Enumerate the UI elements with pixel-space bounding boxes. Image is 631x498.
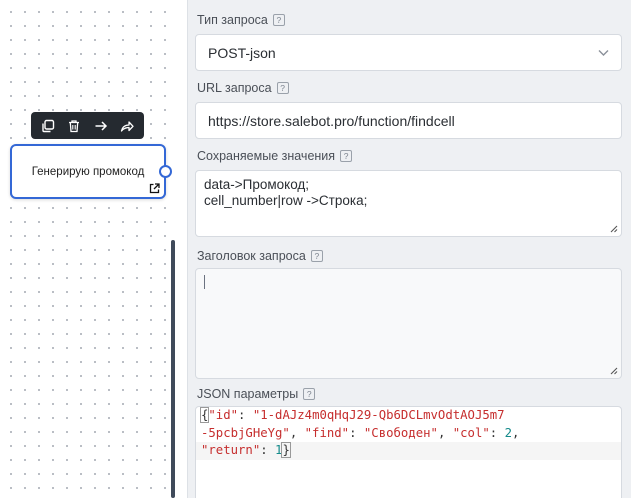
saved-values-label-text: Сохраняемые значения — [197, 149, 336, 163]
json-params-editor[interactable]: {"id": "1-dAJz4m0qHqJ29-Qb6DCLmvOdtAOJ5m… — [195, 406, 622, 498]
canvas-scrollbar[interactable] — [171, 240, 175, 498]
json-line-3: "return": 1} — [196, 442, 621, 460]
resize-handle-icon[interactable] — [609, 224, 618, 233]
share-icon — [120, 120, 134, 132]
request-header-textarea[interactable] — [195, 268, 622, 379]
json-token: } — [281, 442, 291, 458]
json-token: , — [512, 425, 520, 440]
chevron-down-icon — [598, 50, 609, 56]
external-link-icon[interactable] — [149, 183, 160, 194]
help-icon[interactable]: ? — [340, 150, 353, 162]
url-label-text: URL запроса — [197, 81, 272, 95]
json-line-2: -5pcbjGHeYg", "find": "Свободен", "col":… — [201, 425, 616, 443]
help-icon[interactable]: ? — [276, 82, 289, 94]
saved-values-label: Сохраняемые значения ? — [197, 149, 353, 163]
json-token: "id" — [208, 408, 239, 422]
copy-icon — [42, 119, 55, 132]
url-input[interactable]: https://store.salebot.pro/function/findc… — [195, 102, 622, 139]
node-title: Генерирую промокод — [31, 166, 145, 178]
flow-canvas[interactable]: Генерирую промокод — [0, 0, 174, 498]
help-icon[interactable]: ? — [310, 250, 323, 262]
request-type-label-text: Тип запроса — [197, 13, 268, 27]
saved-values-textarea[interactable]: data->Промокод; cell_number|row ->Строка… — [195, 170, 622, 237]
block-settings-panel: Тип запроса ? POST-json URL запроса ? ht… — [187, 0, 631, 498]
trash-icon — [69, 119, 80, 132]
json-line-1: {"id": "1-dAJz4m0qHqJ29-Qb6DCLmvOdtAOJ5m… — [199, 407, 616, 425]
json-token: , — [437, 425, 453, 440]
request-type-value: POST-json — [208, 45, 276, 61]
copy-button[interactable] — [37, 115, 59, 137]
json-token: "col" — [452, 425, 490, 440]
json-token: "return" — [201, 443, 261, 457]
url-value: https://store.salebot.pro/function/findc… — [208, 113, 455, 129]
url-label: URL запроса ? — [197, 81, 289, 95]
json-params-label: JSON параметры ? — [197, 387, 316, 401]
flow-node[interactable]: Генерирую промокод — [10, 144, 172, 199]
json-token: "find" — [304, 425, 350, 440]
request-type-label: Тип запроса ? — [197, 13, 285, 27]
help-icon[interactable]: ? — [272, 14, 285, 26]
json-token: -5pcbjGHeYg" — [201, 425, 290, 440]
text-cursor — [204, 275, 205, 289]
json-token: , — [289, 425, 305, 440]
saved-values-line: cell_number|row ->Строка; — [204, 193, 368, 208]
json-token: "Свободен" — [363, 425, 438, 440]
help-icon[interactable]: ? — [303, 388, 316, 400]
saved-values-line: data->Промокод; — [204, 177, 310, 192]
json-token: "1-dAJz4m0qHqJ29-Qb6DCLmvOdtAOJ5m7 — [252, 408, 505, 422]
request-header-label: Заголовок запроса ? — [197, 249, 323, 263]
request-type-select[interactable]: POST-json — [195, 34, 622, 71]
json-token: : — [260, 443, 276, 457]
share-button[interactable] — [116, 115, 138, 137]
json-token: : — [238, 408, 253, 422]
resize-handle-icon[interactable] — [609, 366, 618, 375]
json-token: : — [349, 425, 364, 440]
connect-button[interactable] — [90, 115, 112, 137]
node-toolbar — [31, 112, 144, 139]
arrow-right-icon — [95, 120, 107, 131]
node-output-port[interactable] — [159, 165, 172, 178]
delete-button[interactable] — [63, 115, 85, 137]
request-header-label-text: Заголовок запроса — [197, 249, 306, 263]
json-token: 2 — [504, 425, 512, 440]
json-token: : — [489, 425, 505, 440]
json-params-label-text: JSON параметры — [197, 387, 299, 401]
